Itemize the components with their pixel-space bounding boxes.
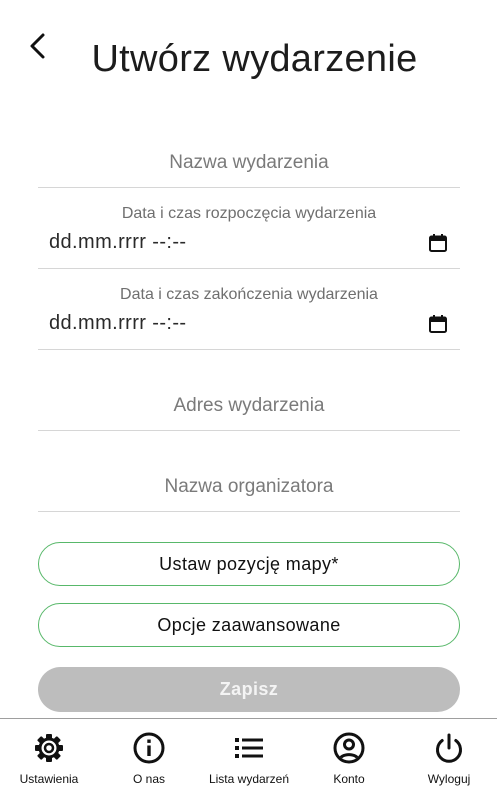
start-datetime-value[interactable]: dd.mm.rrrr --:-- bbox=[49, 231, 186, 254]
set-map-position-button[interactable]: Ustaw pozycję mapy* bbox=[38, 542, 460, 586]
event-name-field[interactable] bbox=[38, 138, 460, 188]
organizer-input[interactable] bbox=[38, 462, 460, 511]
start-datetime-field[interactable]: Data i czas rozpoczęcia wydarzenia dd.mm… bbox=[38, 205, 460, 269]
end-datetime-label: Data i czas zakończenia wydarzenia bbox=[120, 286, 378, 303]
address-input[interactable] bbox=[38, 381, 460, 430]
nav-item-account[interactable]: Konto bbox=[299, 719, 399, 798]
list-icon bbox=[235, 738, 263, 758]
info-icon bbox=[133, 732, 165, 764]
nav-item-settings[interactable]: Ustawienia bbox=[0, 719, 99, 798]
end-datetime-value[interactable]: dd.mm.rrrr --:-- bbox=[49, 312, 186, 335]
start-datetime-label: Data i czas rozpoczęcia wydarzenia bbox=[121, 205, 377, 222]
address-field[interactable] bbox=[38, 381, 460, 431]
nav-item-event-list[interactable]: Lista wydarzeń bbox=[199, 719, 299, 798]
event-name-input[interactable] bbox=[38, 138, 460, 187]
calendar-icon[interactable] bbox=[428, 314, 448, 334]
gear-icon bbox=[35, 734, 63, 762]
nav-label-event-list: Lista wydarzeń bbox=[208, 772, 290, 786]
nav-item-logout[interactable]: Wyloguj bbox=[399, 719, 497, 798]
nav-item-about[interactable]: O nas bbox=[99, 719, 199, 798]
bottom-navigation: Ustawienia O nas Lista wydarzeń Konto Wy… bbox=[0, 718, 497, 798]
end-datetime-field[interactable]: Data i czas zakończenia wydarzenia dd.mm… bbox=[38, 286, 460, 350]
power-icon bbox=[436, 733, 462, 763]
account-icon bbox=[333, 732, 365, 764]
calendar-icon[interactable] bbox=[428, 233, 448, 253]
nav-label-settings: Ustawienia bbox=[19, 772, 79, 786]
nav-label-logout: Wyloguj bbox=[427, 772, 471, 786]
advanced-options-button[interactable]: Opcje zaawansowane bbox=[38, 603, 460, 647]
nav-label-about: O nas bbox=[132, 772, 165, 786]
page-title: Utwórz wydarzenie bbox=[91, 38, 418, 80]
nav-label-account: Konto bbox=[333, 772, 365, 786]
save-button[interactable]: Zapisz bbox=[38, 667, 460, 712]
organizer-field[interactable] bbox=[38, 462, 460, 512]
